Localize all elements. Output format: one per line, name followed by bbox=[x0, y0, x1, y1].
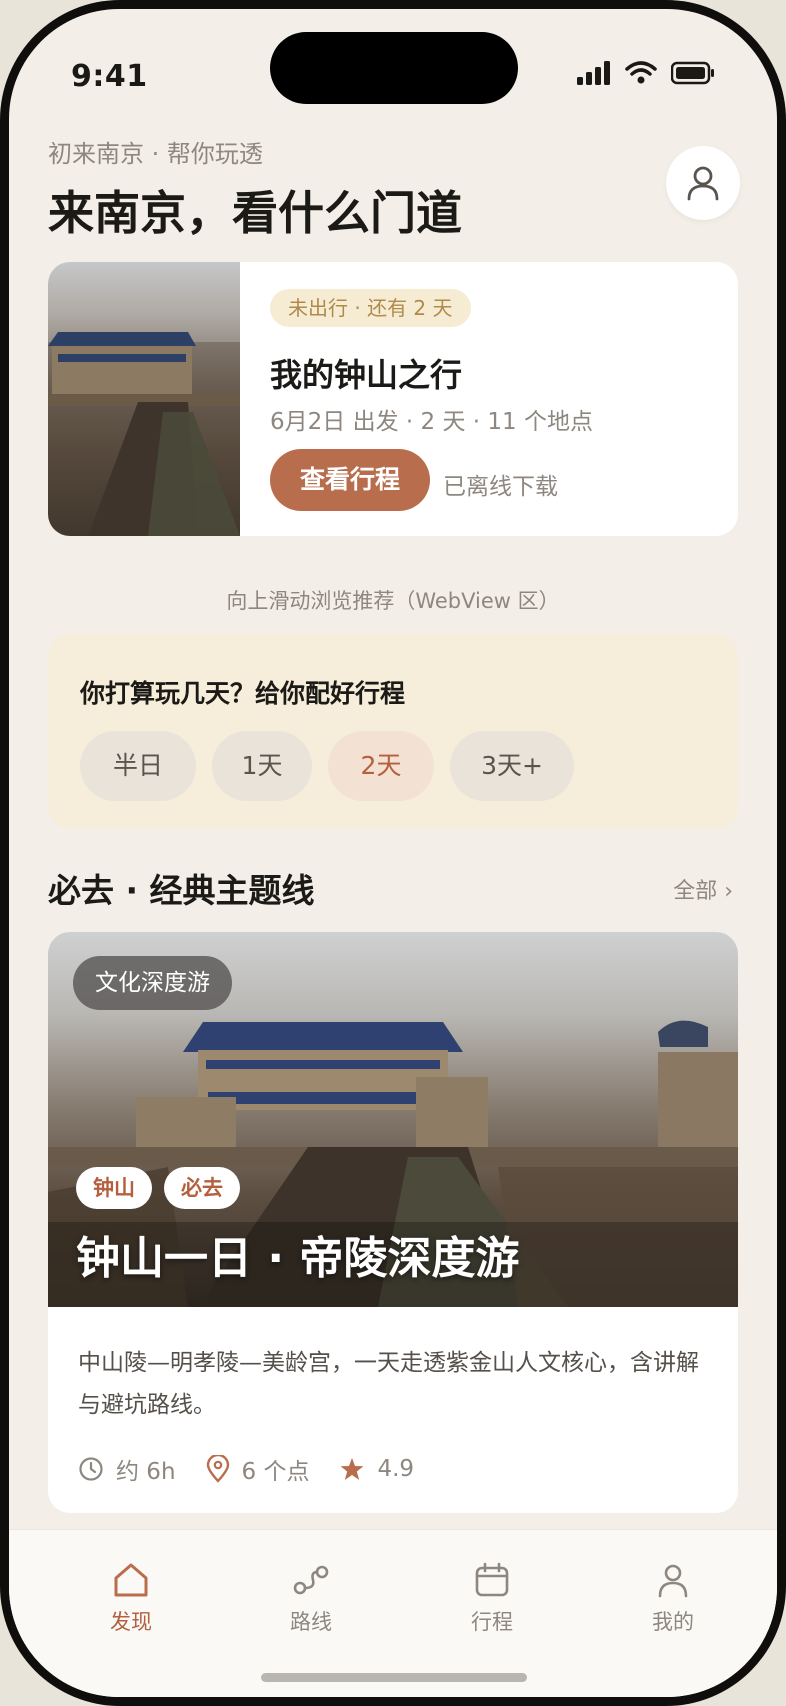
route-rating-text: 4.9 bbox=[377, 1456, 415, 1482]
user-icon bbox=[686, 165, 720, 201]
star-icon bbox=[339, 1456, 365, 1482]
status-time: 9:41 bbox=[71, 59, 148, 94]
days-option-half[interactable]: 半日 bbox=[80, 731, 196, 801]
route-icon bbox=[251, 1560, 371, 1600]
tab-label: 发现 bbox=[110, 1610, 152, 1634]
tab-profile[interactable]: 我的 bbox=[613, 1560, 733, 1636]
route-tag: 必去 bbox=[164, 1167, 240, 1209]
tab-discover[interactable]: 发现 bbox=[71, 1560, 191, 1636]
status-icons bbox=[577, 61, 715, 85]
route-duration: 约 6h bbox=[78, 1452, 176, 1486]
trip-photo bbox=[48, 262, 240, 536]
user-icon bbox=[613, 1560, 733, 1600]
trip-card[interactable]: 未出行 · 还有 2 天 我的钟山之行 6月2日 出发 · 2 天 · 11 个… bbox=[48, 262, 738, 536]
home-indicator bbox=[261, 1673, 527, 1682]
offline-status: 已离线下载 bbox=[443, 474, 558, 500]
trip-title: 我的钟山之行 bbox=[270, 356, 463, 394]
route-rating: 4.9 bbox=[339, 1456, 414, 1482]
signal-icon bbox=[577, 61, 611, 85]
wifi-icon bbox=[625, 61, 657, 85]
tab-routes[interactable]: 路线 bbox=[251, 1560, 371, 1636]
route-spots: 6 个点 bbox=[206, 1452, 310, 1486]
page-title: 来南京，看什么门道 bbox=[48, 186, 462, 240]
days-question: 你打算玩几天？给你配好行程 bbox=[80, 679, 406, 708]
days-options: 半日 1天 2天 3天+ bbox=[80, 731, 574, 801]
profile-button[interactable] bbox=[666, 146, 740, 220]
trip-meta: 6月2日 出发 · 2 天 · 11 个地点 bbox=[270, 409, 593, 435]
scroll-hint: 向上滑动浏览推荐（WebView 区） bbox=[226, 589, 560, 613]
trip-status-badge: 未出行 · 还有 2 天 bbox=[270, 289, 471, 327]
days-option-2[interactable]: 2天 bbox=[328, 731, 434, 801]
days-option-1[interactable]: 1天 bbox=[212, 731, 312, 801]
route-tag: 钟山 bbox=[76, 1167, 152, 1209]
clock-icon bbox=[78, 1456, 104, 1482]
route-spots-text: 6 个点 bbox=[241, 1459, 310, 1485]
home-icon bbox=[71, 1560, 191, 1600]
route-meta: 约 6h 6 个点 4.9 bbox=[78, 1452, 432, 1486]
route-duration-text: 约 6h bbox=[116, 1459, 176, 1485]
header-subtitle: 初来南京 · 帮你玩透 bbox=[48, 140, 263, 168]
screen: 9:41 初来南京 · 帮你玩透 来南京，看什么门道 未出行 · 还有 2 天 … bbox=[9, 9, 777, 1697]
tab-bar: 发现 路线 行程 我的 bbox=[9, 1529, 777, 1697]
days-option-3plus[interactable]: 3天+ bbox=[450, 731, 574, 801]
see-all-link[interactable]: 全部 › bbox=[673, 873, 733, 905]
tab-label: 行程 bbox=[471, 1610, 513, 1634]
dynamic-island bbox=[270, 32, 518, 104]
section-title: 必去 · 经典主题线 bbox=[48, 871, 315, 910]
tab-label: 路线 bbox=[290, 1610, 332, 1634]
battery-icon bbox=[671, 61, 715, 85]
route-category-badge: 文化深度游 bbox=[73, 956, 232, 1010]
view-itinerary-button[interactable]: 查看行程 bbox=[270, 449, 430, 511]
route-title: 钟山一日 · 帝陵深度游 bbox=[76, 1233, 520, 1284]
location-pin-icon bbox=[206, 1455, 230, 1483]
days-picker-card: 你打算玩几天？给你配好行程 半日 1天 2天 3天+ bbox=[48, 634, 738, 829]
route-tags: 钟山 必去 bbox=[76, 1167, 240, 1209]
route-description: 中山陵—明孝陵—美龄宫，一天走透紫金山人文核心，含讲解与避坑路线。 bbox=[78, 1350, 699, 1418]
tab-itinerary[interactable]: 行程 bbox=[432, 1560, 552, 1636]
phone-frame: 9:41 初来南京 · 帮你玩透 来南京，看什么门道 未出行 · 还有 2 天 … bbox=[0, 0, 786, 1706]
route-card[interactable]: 文化深度游 钟山 必去 钟山一日 · 帝陵深度游 中山陵—明孝陵—美龄宫，一天走… bbox=[48, 932, 738, 1513]
tab-label: 我的 bbox=[652, 1610, 694, 1634]
calendar-icon bbox=[432, 1560, 552, 1600]
